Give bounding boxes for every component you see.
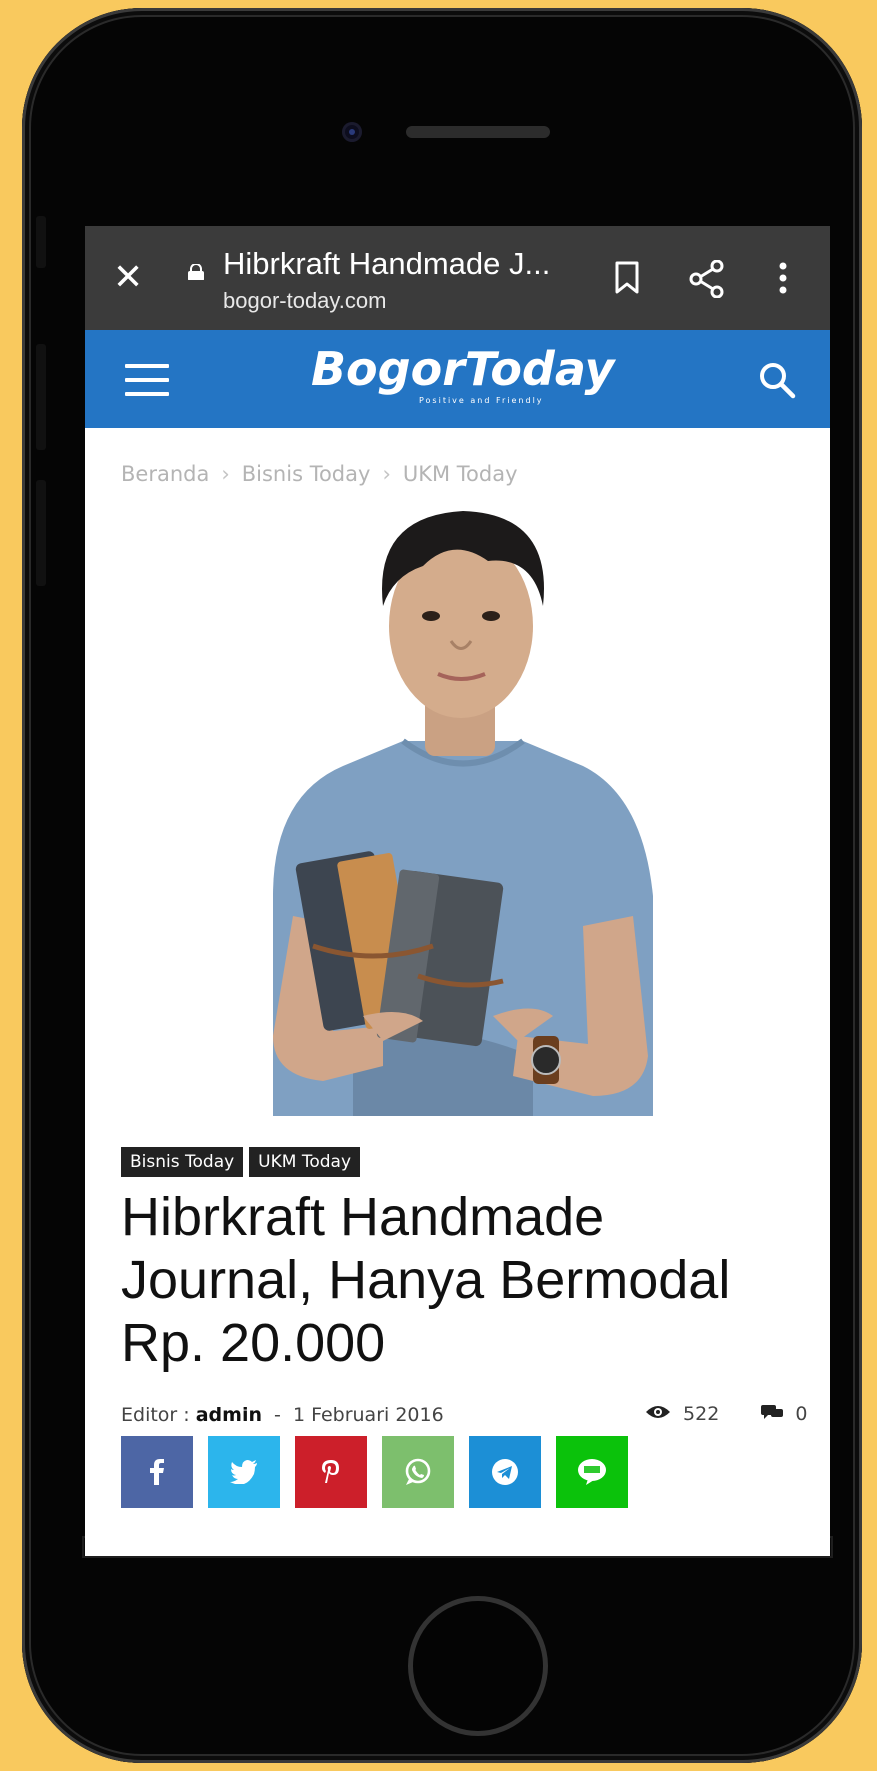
eye-icon	[645, 1403, 671, 1425]
page-url: bogor-today.com	[223, 288, 387, 313]
article-meta: Editor : admin - 1 Februari 2016	[121, 1404, 444, 1426]
editor-name[interactable]: admin	[196, 1404, 262, 1426]
breadcrumb-ukm-today[interactable]: UKM Today	[403, 462, 518, 486]
telegram-icon	[492, 1459, 519, 1485]
telegram-share-button[interactable]	[469, 1436, 542, 1508]
site-logo[interactable]: BogorToday	[311, 342, 614, 396]
breadcrumb: Beranda › Bisnis Today › UKM Today	[121, 462, 518, 486]
comment-count[interactable]: 0	[795, 1403, 807, 1425]
pinterest-icon	[322, 1460, 340, 1483]
breadcrumb-separator: ›	[221, 462, 230, 486]
site-tagline: Positive and Friendly	[419, 396, 544, 405]
front-camera	[342, 122, 362, 142]
share-buttons	[121, 1436, 638, 1508]
more-options-icon[interactable]	[777, 260, 789, 296]
breadcrumb-separator: ›	[382, 462, 391, 486]
category-tag-ukm-today[interactable]: UKM Today	[249, 1147, 360, 1177]
facebook-share-button[interactable]	[121, 1436, 193, 1508]
browser-toolbar: ✕ Hibrkraft Handmade J... bogor-today.co…	[85, 226, 830, 330]
home-button[interactable]	[408, 1596, 548, 1736]
publish-date: 1 Februari 2016	[292, 1404, 444, 1426]
breadcrumb-bisnis-today[interactable]: Bisnis Today	[242, 462, 371, 486]
category-tag-bisnis-today[interactable]: Bisnis Today	[121, 1147, 244, 1177]
mute-switch	[36, 216, 46, 268]
phone-screen: ✕ Hibrkraft Handmade J... bogor-today.co…	[85, 226, 830, 1556]
pinterest-share-button[interactable]	[295, 1436, 368, 1508]
meta-separator: -	[274, 1404, 281, 1426]
article-hero-image	[273, 511, 653, 1116]
facebook-icon	[150, 1459, 164, 1485]
article-stats: 522 0	[645, 1402, 808, 1425]
site-header: BogorToday Positive and Friendly	[85, 330, 830, 428]
whatsapp-share-button[interactable]	[382, 1436, 455, 1508]
category-tags: Bisnis Today UKM Today	[121, 1147, 366, 1177]
line-icon	[578, 1459, 607, 1485]
hamburger-menu-icon[interactable]	[125, 364, 169, 396]
share-icon[interactable]	[689, 260, 725, 298]
comments-icon	[761, 1403, 784, 1425]
breadcrumb-home[interactable]: Beranda	[121, 462, 209, 486]
twitter-share-button[interactable]	[208, 1436, 281, 1508]
page-title: Hibrkraft Handmade J...	[223, 246, 551, 281]
twitter-icon	[230, 1460, 258, 1484]
search-icon[interactable]	[757, 360, 797, 400]
whatsapp-icon	[405, 1458, 431, 1485]
volume-up-button	[36, 344, 46, 450]
bookmark-icon[interactable]	[613, 260, 641, 296]
earpiece-speaker	[406, 126, 550, 138]
volume-down-button	[36, 480, 46, 586]
article-title: Hibrkraft Handmade Journal, Hanya Bermod…	[121, 1187, 731, 1373]
editor-label: Editor :	[121, 1404, 190, 1426]
lock-icon	[188, 264, 204, 280]
close-tab-button[interactable]: ✕	[113, 256, 143, 300]
view-count: 522	[683, 1402, 720, 1425]
line-share-button[interactable]	[556, 1436, 629, 1508]
